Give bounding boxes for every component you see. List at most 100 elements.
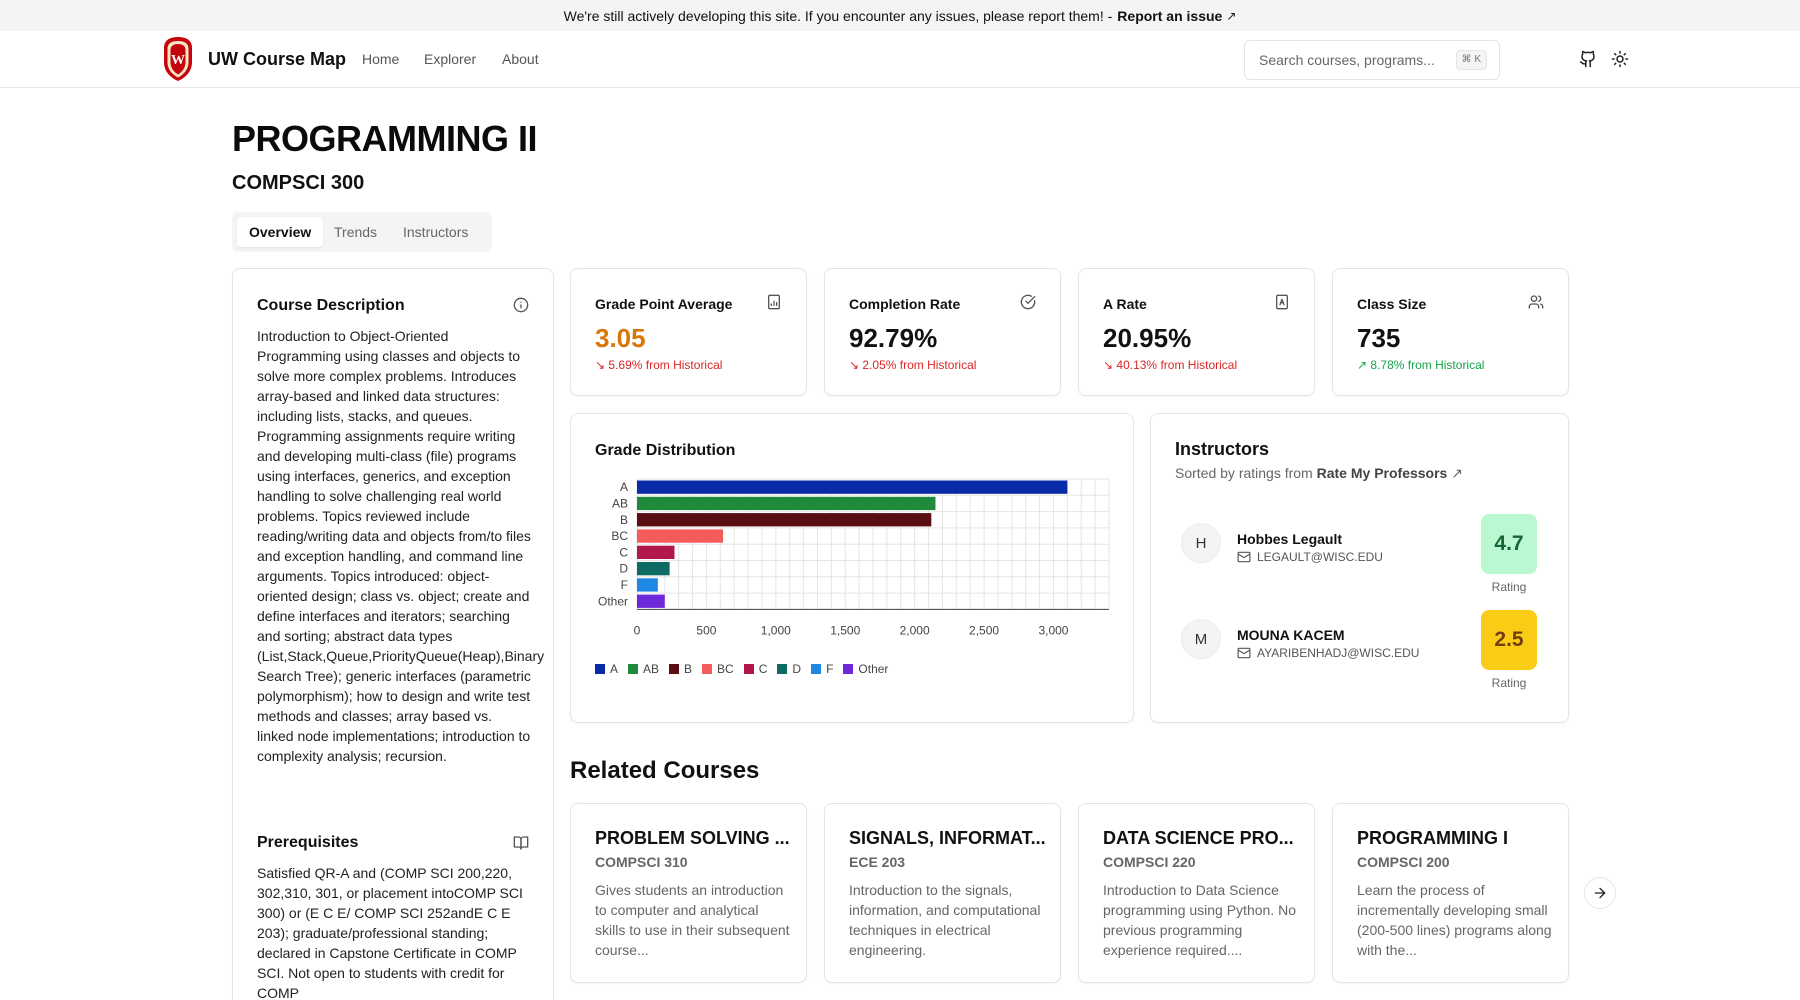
avatar: M <box>1181 619 1221 659</box>
book-open-icon <box>513 836 529 850</box>
search-input[interactable] <box>1259 41 1459 79</box>
stat-title: Grade Point Average <box>595 296 733 312</box>
y-tick-label: BC <box>611 529 628 543</box>
course-code: COMPSCI 300 <box>232 172 365 194</box>
y-tick-label: D <box>619 562 628 576</box>
report-issue-link[interactable]: Report an issue <box>1117 8 1222 24</box>
mail-icon <box>1237 551 1251 563</box>
uw-crest-logo[interactable]: W <box>161 36 195 82</box>
y-tick-label: B <box>620 513 628 527</box>
rating-label: Rating <box>1491 580 1527 594</box>
legend-item[interactable]: BC <box>702 662 734 676</box>
stat-value: 735 <box>1357 323 1401 353</box>
instructor-email[interactable]: LEGAULT@WISC.EDU <box>1237 550 1383 564</box>
instructor-email[interactable]: AYARIBENHADJ@WISC.EDU <box>1237 646 1419 660</box>
instructor-name: Hobbes Legault <box>1237 531 1343 547</box>
legend-item[interactable]: F <box>811 662 833 676</box>
related-course-code: ECE 203 <box>849 854 906 870</box>
x-tick-label: 1,500 <box>830 623 860 637</box>
bar-a <box>637 480 1068 494</box>
x-tick-label: 1,000 <box>761 623 791 637</box>
legend-item[interactable]: A <box>595 662 618 676</box>
legend-item[interactable]: D <box>777 662 801 676</box>
bar-d <box>637 562 670 576</box>
related-course-card[interactable]: PROBLEM SOLVING ... COMPSCI 310 Gives st… <box>570 803 807 983</box>
bar-f <box>637 578 658 592</box>
users-icon <box>1528 295 1544 309</box>
info-icon[interactable] <box>513 297 529 313</box>
x-tick-label: 3,000 <box>1038 623 1068 637</box>
stat-value: 3.05 <box>595 323 646 353</box>
instructors-subtitle: Sorted by ratings from Rate My Professor… <box>1175 465 1463 481</box>
related-course-name: SIGNALS, INFORMAT... <box>849 828 1046 848</box>
legend-item[interactable]: AB <box>628 662 659 676</box>
rating-badge: 4.7 <box>1481 514 1537 574</box>
instructors-card: Instructors Sorted by ratings from Rate … <box>1150 413 1569 723</box>
legend-item[interactable]: Other <box>843 662 888 676</box>
legend-swatch <box>702 664 713 674</box>
nav-about[interactable]: About <box>502 51 539 67</box>
sun-icon[interactable] <box>1606 45 1634 73</box>
file-chart-icon <box>768 294 780 310</box>
stat-card-class-size: Class Size 735 ↗ 8.78% from Historical <box>1332 268 1569 396</box>
legend-label: BC <box>717 662 734 676</box>
external-link-icon: ↗ <box>1226 8 1237 23</box>
stat-delta: ↘ 2.05% from Historical <box>849 358 977 372</box>
stat-delta: ↘ 40.13% from Historical <box>1103 358 1238 372</box>
svg-text:W: W <box>171 53 185 68</box>
carousel-next-button[interactable] <box>1584 877 1616 909</box>
legend-swatch <box>669 664 680 674</box>
legend-label: F <box>826 662 834 676</box>
related-course-card[interactable]: SIGNALS, INFORMAT... ECE 203 Introductio… <box>824 803 1061 983</box>
trend-up-icon: ↗ <box>1357 358 1368 372</box>
stat-title: Completion Rate <box>849 296 961 312</box>
chart-title: Grade Distribution <box>595 442 736 459</box>
external-link-icon: ↗ <box>1451 465 1463 481</box>
y-tick-label: Other <box>598 594 628 608</box>
legend-swatch <box>595 664 605 674</box>
y-tick-label: A <box>620 480 628 494</box>
dev-banner: We're still actively developing this sit… <box>0 0 1800 31</box>
related-course-card[interactable]: PROGRAMMING I COMPSCI 200 Learn the proc… <box>1332 803 1569 983</box>
x-tick-label: 500 <box>696 623 716 637</box>
related-course-code: COMPSCI 220 <box>1103 854 1196 870</box>
related-course-desc: Learn the process of incrementally devel… <box>1357 882 1552 958</box>
avatar: H <box>1181 523 1221 563</box>
nav-home[interactable]: Home <box>362 51 399 67</box>
related-course-desc: Introduction to the signals, information… <box>849 882 1041 958</box>
tab-list: Overview Trends Instructors <box>232 212 492 252</box>
description-card: Course Description Introduction to Objec… <box>232 268 554 1000</box>
rate-my-professors-link[interactable]: Rate My Professors <box>1317 465 1448 481</box>
legend-label: AB <box>643 662 660 676</box>
x-tick-label: 0 <box>634 623 641 637</box>
search-box[interactable]: ⌘ K <box>1244 40 1500 80</box>
legend-item[interactable]: B <box>669 662 692 676</box>
y-tick-label: C <box>619 545 628 559</box>
related-course-card[interactable]: DATA SCIENCE PRO... COMPSCI 220 Introduc… <box>1078 803 1315 983</box>
stat-card-gpa: Grade Point Average 3.05 ↘ 5.69% from Hi… <box>570 268 807 396</box>
bar-b <box>637 513 932 527</box>
trend-down-icon: ↘ <box>595 358 606 372</box>
description-title: Course Description <box>257 297 405 314</box>
stat-card-completion: Completion Rate 92.79% ↘ 2.05% from Hist… <box>824 268 1061 396</box>
github-icon[interactable] <box>1574 45 1602 73</box>
legend-item[interactable]: C <box>743 662 768 676</box>
trend-down-icon: ↘ <box>1103 358 1114 372</box>
stat-title: A Rate <box>1103 296 1147 312</box>
banner-message: We're still actively developing this sit… <box>563 7 1113 24</box>
arrow-right-icon <box>1594 887 1606 899</box>
nav-explorer[interactable]: Explorer <box>424 51 476 67</box>
prerequisites-text: Satisfied QR-A and (COMP SCI 200,220, 30… <box>257 865 523 1000</box>
tab-overview[interactable]: Overview <box>237 217 324 247</box>
legend-label: D <box>792 662 802 676</box>
legend-label: A <box>610 662 619 676</box>
tab-trends[interactable]: Trends <box>322 217 389 247</box>
brand-name[interactable]: UW Course Map <box>208 49 346 70</box>
legend-label: C <box>758 662 768 676</box>
legend-label: B <box>684 662 693 676</box>
tab-instructors[interactable]: Instructors <box>391 217 480 247</box>
legend-swatch <box>811 664 822 674</box>
bar-ab <box>637 496 936 511</box>
related-course-desc: Gives students an introduction to comput… <box>595 882 790 958</box>
stat-value: 20.95% <box>1103 323 1192 353</box>
